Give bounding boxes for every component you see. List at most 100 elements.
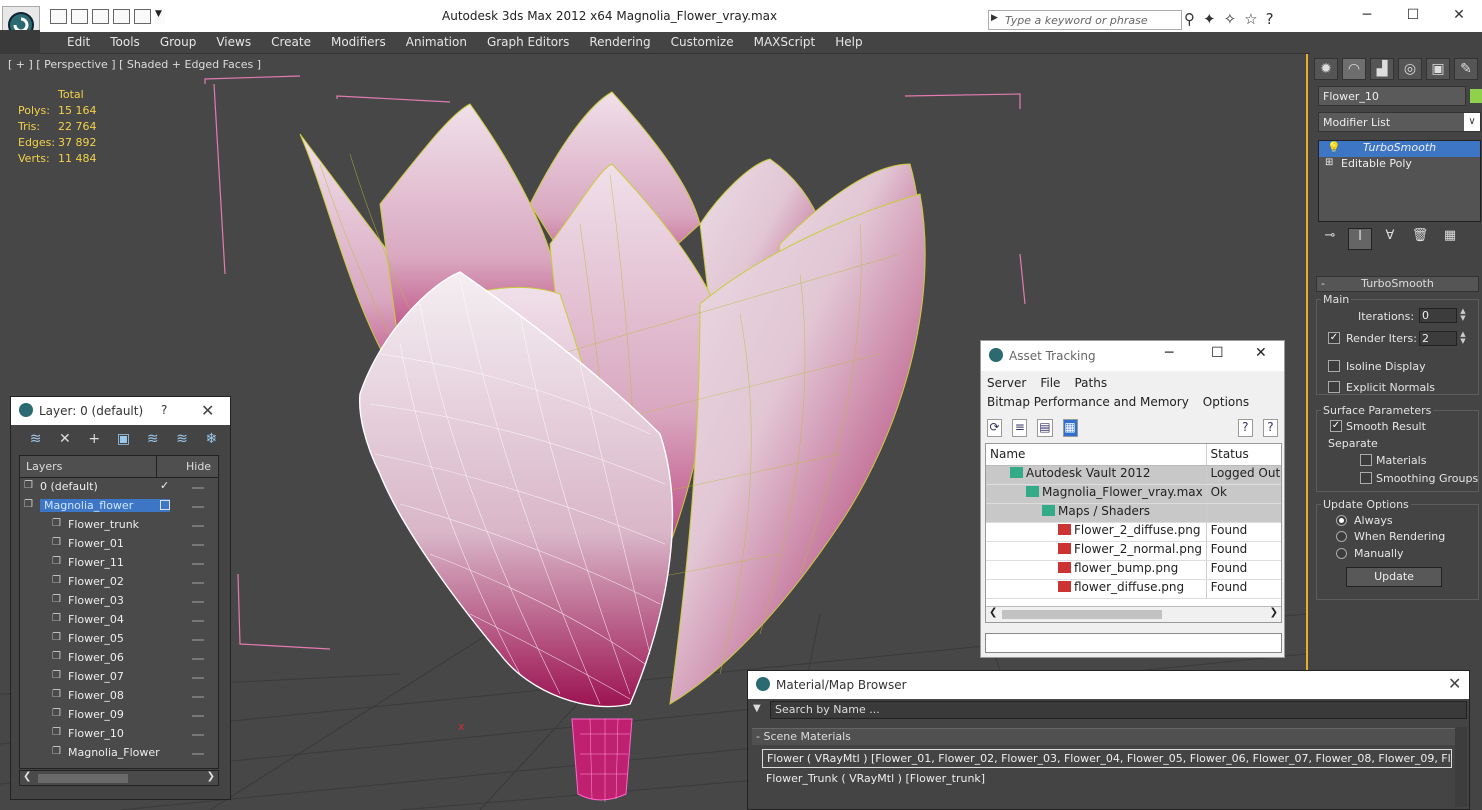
display-tab-icon[interactable]: ▣ <box>1426 58 1450 80</box>
highlight-layer-icon[interactable]: ≋ <box>142 431 163 451</box>
layer-row[interactable]: ❒ Flower_03 <box>20 592 218 611</box>
hide-toggle[interactable] <box>192 677 204 679</box>
table-view-icon[interactable]: ▦ <box>1062 419 1078 437</box>
expand-plus-icon[interactable]: ⊞ <box>1325 157 1333 168</box>
close-icon[interactable]: ✕ <box>1448 674 1461 693</box>
material-row-flower[interactable]: Flower ( VRayMtl ) [Flower_01, Flower_02… <box>762 749 1452 768</box>
smooth-result-checkbox[interactable]: ✓ <box>1330 420 1342 432</box>
scroll-left-icon[interactable]: ❮ <box>23 771 31 782</box>
modifier-list-dropdown[interactable]: Modifier List ∨ <box>1318 112 1481 132</box>
col-hide-header[interactable]: Hide <box>186 460 211 473</box>
layer-horizontal-scrollbar[interactable]: ❮ ❯ <box>19 770 219 786</box>
layer-row[interactable]: ❒ Flower_04 <box>20 611 218 630</box>
asset-row[interactable]: flower_diffuse.png Found <box>986 580 1281 599</box>
layer-row[interactable]: ❒ Magnolia_Flower <box>20 744 218 763</box>
hide-toggle[interactable] <box>192 506 204 508</box>
maximize-icon[interactable]: ☐ <box>1211 345 1224 361</box>
col-name-header[interactable]: Name <box>986 444 1207 465</box>
layer-row[interactable]: ❒ Flower_05 <box>20 630 218 649</box>
subscription-icon[interactable]: ✧ <box>1224 10 1237 28</box>
menu-edit[interactable]: Edit <box>57 35 100 49</box>
asset-menu-options[interactable]: Options <box>1203 395 1249 409</box>
material-vertical-scrollbar[interactable] <box>1455 727 1467 807</box>
stack-item-editable-poly[interactable]: ⊞ Editable Poly <box>1319 157 1480 173</box>
select-in-layer-icon[interactable]: ▣ <box>113 431 134 451</box>
turbosmooth-rollout-header[interactable]: - TurboSmooth <box>1316 276 1479 292</box>
layer-row[interactable]: ❒ Flower_09 <box>20 706 218 725</box>
always-radio[interactable] <box>1336 515 1347 526</box>
hide-toggle[interactable] <box>192 620 204 622</box>
asset-horizontal-scrollbar[interactable]: ❮ ❯ <box>986 606 1281 622</box>
modify-tab-icon[interactable]: ◠ <box>1342 58 1366 80</box>
render-iters-spinner-arrows[interactable]: ▲ ▼ <box>1458 331 1468 346</box>
binoculars-icon[interactable]: ⚲ <box>1184 10 1195 28</box>
hide-toggle[interactable] <box>192 525 204 527</box>
layer-row[interactable]: ❒ Magnolia_flower <box>20 497 218 516</box>
layer-row[interactable]: ❒ Flower_trunk <box>20 516 218 535</box>
list-view-icon[interactable]: ≡ <box>1012 419 1028 437</box>
asset-menu-bitmap-performance-and-memory[interactable]: Bitmap Performance and Memory <box>987 395 1189 409</box>
undo-icon[interactable] <box>92 9 109 24</box>
favorites-star-icon[interactable]: ☆ <box>1244 10 1257 28</box>
configure-sets-icon[interactable]: ▦ <box>1438 228 1462 250</box>
hide-toggle[interactable] <box>192 639 204 641</box>
utilities-tab-icon[interactable]: ✎ <box>1454 58 1478 80</box>
menu-help[interactable]: Help <box>825 35 872 49</box>
col-layers-header[interactable]: Layers <box>26 460 62 473</box>
hide-toggle[interactable] <box>192 753 204 755</box>
motion-tab-icon[interactable]: ◎ <box>1398 58 1422 80</box>
hide-toggle[interactable] <box>192 601 204 603</box>
remove-modifier-icon[interactable]: 🗑 <box>1408 228 1432 250</box>
pin-stack-icon[interactable]: ⊸ <box>1318 228 1342 250</box>
menu-create[interactable]: Create <box>261 35 321 49</box>
project-folder-icon[interactable] <box>134 9 151 24</box>
iterations-spinner-arrows[interactable]: ▲ ▼ <box>1458 308 1468 323</box>
freeze-all-layers-icon[interactable]: ❄ <box>201 431 222 451</box>
hierarchy-tab-icon[interactable]: ▟ <box>1370 58 1394 80</box>
create-layer-icon[interactable]: ≋ <box>25 431 46 451</box>
menu-maxscript[interactable]: MAXScript <box>744 35 826 49</box>
help-icon[interactable]: ? <box>1266 10 1274 28</box>
redo-icon[interactable] <box>113 9 130 24</box>
scene-materials-section[interactable]: - Scene Materials <box>752 728 1462 745</box>
layer-row[interactable]: ❒ Flower_01 <box>20 535 218 554</box>
infocenter-search-input[interactable]: Type a keyword or phrase <box>988 10 1182 30</box>
asset-row[interactable]: Autodesk Vault 2012 Logged Out ... <box>986 466 1281 485</box>
asset-menu-server[interactable]: Server <box>987 376 1026 390</box>
save-file-icon[interactable] <box>71 9 88 24</box>
menu-animation[interactable]: Animation <box>396 35 477 49</box>
layer-row[interactable]: ❒ Flower_07 <box>20 668 218 687</box>
layer-row[interactable]: ❒ Flower_10 <box>20 725 218 744</box>
material-row-flower-trunk[interactable]: Flower_Trunk ( VRayMtl ) [Flower_trunk] <box>762 770 1452 789</box>
hide-toggle[interactable] <box>192 658 204 660</box>
material-search-input[interactable]: Search by Name ... <box>770 701 1467 719</box>
update-button[interactable]: Update <box>1346 567 1442 587</box>
layer-row[interactable]: ❒ 0 (default) ✓ <box>20 478 218 497</box>
materials-checkbox[interactable] <box>1360 454 1372 466</box>
menu-tools[interactable]: Tools <box>100 35 150 49</box>
asset-help-icon[interactable]: ? <box>1237 419 1253 437</box>
asset-path-field[interactable] <box>985 633 1282 653</box>
hide-toggle[interactable] <box>192 487 204 489</box>
hide-toggle[interactable] <box>192 696 204 698</box>
create-tab-icon[interactable]: ✹ <box>1314 58 1338 80</box>
maximize-icon[interactable]: ☐ <box>1390 0 1436 30</box>
application-menu-tab[interactable] <box>0 30 40 54</box>
select-layer-box-icon[interactable] <box>160 500 170 510</box>
menu-customize[interactable]: Customize <box>661 35 744 49</box>
stack-item-turbosmooth[interactable]: 💡 TurboSmooth <box>1319 141 1480 157</box>
iterations-spinner[interactable]: 0 <box>1419 308 1457 323</box>
scroll-left-icon[interactable]: ❮ <box>989 607 997 618</box>
asset-row[interactable]: flower_bump.png Found <box>986 561 1281 580</box>
minimize-icon[interactable]: ─ <box>1165 345 1173 361</box>
layer-row[interactable]: ❒ Flower_08 <box>20 687 218 706</box>
menu-group[interactable]: Group <box>150 35 207 49</box>
hide-toggle[interactable] <box>192 734 204 736</box>
isoline-display-checkbox[interactable] <box>1328 360 1340 372</box>
layer-row[interactable]: ❒ Flower_06 <box>20 649 218 668</box>
lightbulb-icon[interactable]: 💡 <box>1327 141 1341 154</box>
explicit-normals-checkbox[interactable] <box>1328 381 1340 393</box>
refresh-icon[interactable]: ⟳ <box>987 419 1003 437</box>
active-layer-check-icon[interactable]: ✓ <box>160 479 169 492</box>
scroll-right-icon[interactable]: ❯ <box>207 771 215 782</box>
